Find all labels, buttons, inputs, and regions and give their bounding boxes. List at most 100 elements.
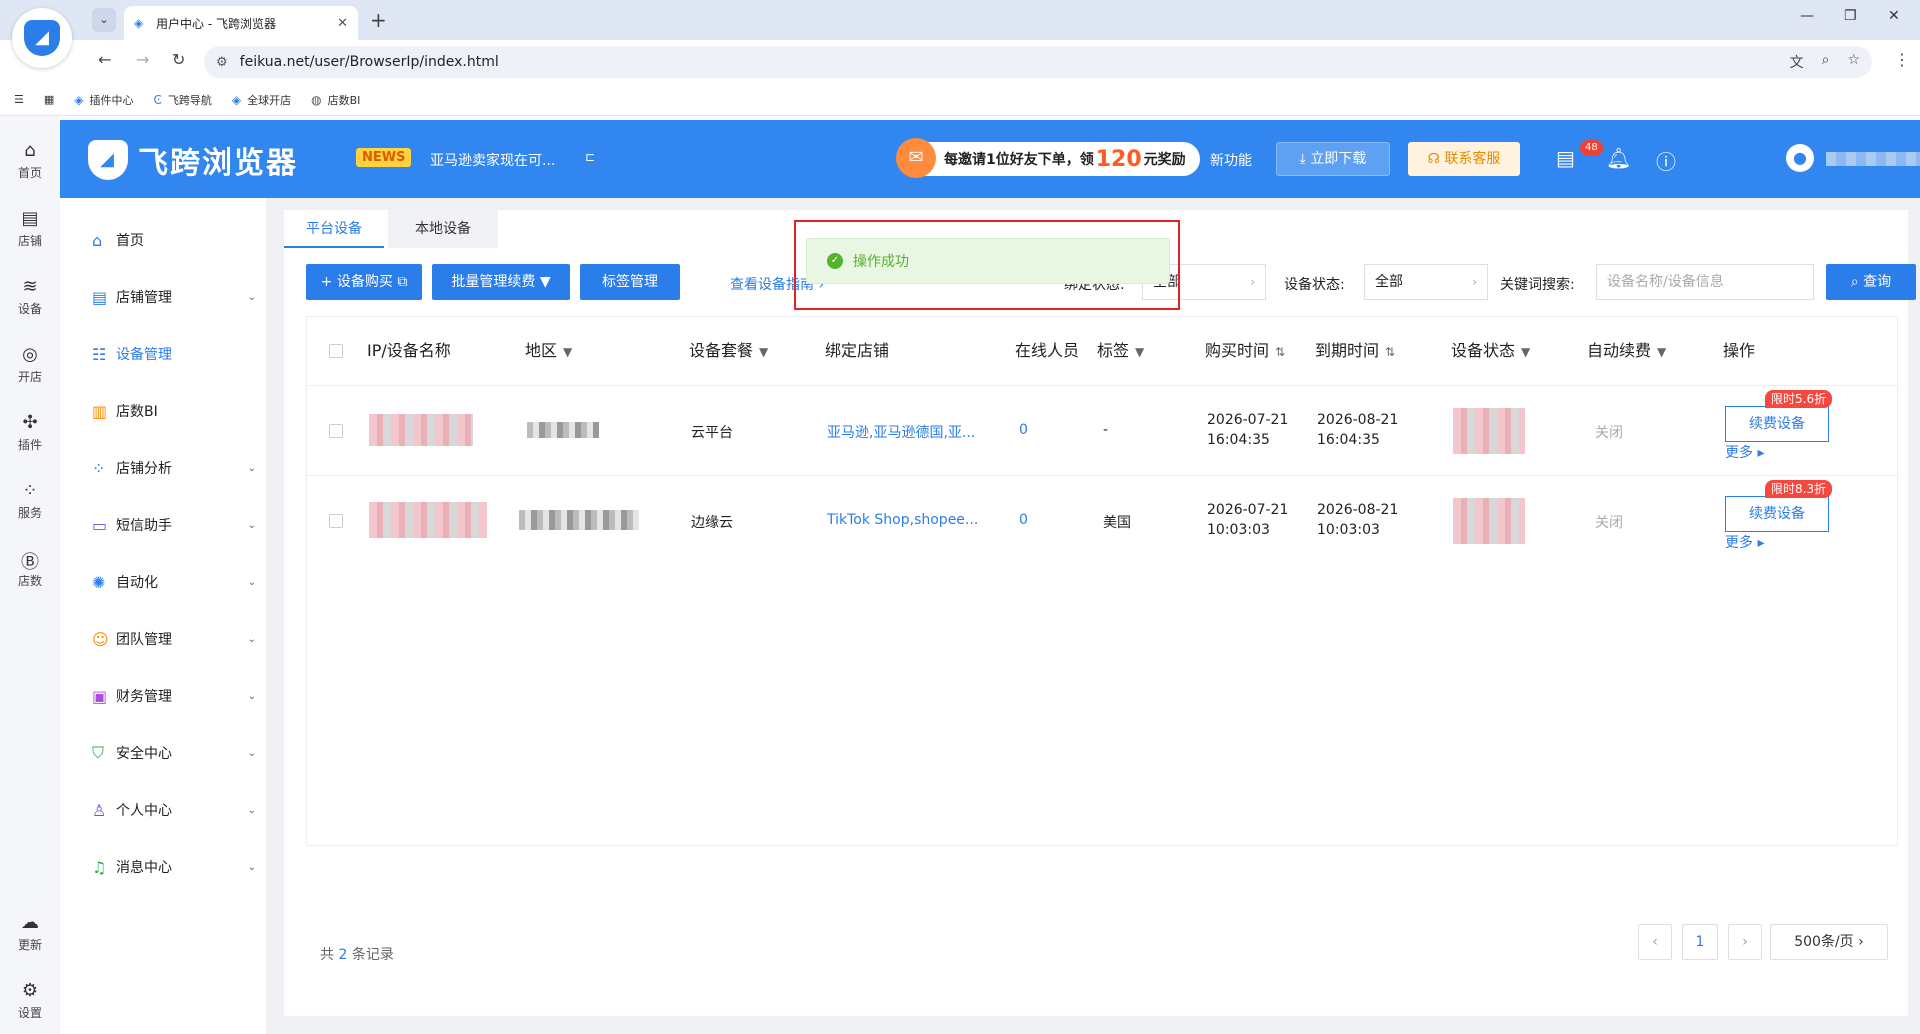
close-window-button[interactable]: ✕: [1888, 8, 1900, 24]
online-cell[interactable]: 0: [1019, 512, 1028, 528]
strip-item-device[interactable]: ≋ 设备: [0, 276, 60, 317]
renew-device-button[interactable]: 续费设备: [1725, 496, 1829, 532]
prev-page-button[interactable]: ‹: [1638, 924, 1672, 960]
strip-item-settings[interactable]: ⚙ 设置: [0, 980, 60, 1021]
bookmark-plugins[interactable]: ◈ 插件中心: [74, 92, 133, 108]
sidebar-item-security[interactable]: ⛉ 安全中心 ⌄: [92, 743, 256, 763]
reload-button[interactable]: ↻: [172, 50, 185, 69]
sidebar-item-finance[interactable]: ▣ 财务管理 ⌄: [92, 686, 256, 706]
row-checkbox[interactable]: [329, 424, 343, 438]
query-button[interactable]: ⌕ 查询: [1826, 264, 1916, 300]
brand-logo[interactable]: ◢ 飞跨浏览器: [88, 138, 298, 182]
strip-item-home[interactable]: ⌂ 首页: [0, 140, 60, 181]
star-icon[interactable]: ☆: [1847, 52, 1860, 72]
col-plan[interactable]: 设备套餐 ▼: [689, 317, 768, 385]
sidebar-item-store-management[interactable]: ▤ 店铺管理 ⌄: [92, 287, 256, 307]
gift-icon: ✉: [896, 138, 936, 178]
zoom-icon[interactable]: ⌕: [1822, 52, 1830, 72]
new-feature-link[interactable]: 新功能: [1210, 150, 1252, 170]
tab-platform-devices[interactable]: 平台设备: [284, 210, 384, 248]
sidebar-item-store-analysis[interactable]: ⁘ 店铺分析 ⌄: [92, 458, 256, 478]
browser-logo[interactable]: ◢: [12, 8, 72, 68]
bookmark-global-store[interactable]: ◈ 全球开店: [232, 92, 291, 108]
region-blurred: [527, 422, 599, 438]
col-expire-time[interactable]: 到期时间 ⇅: [1315, 317, 1395, 385]
device-status-select[interactable]: 全部 ›: [1364, 264, 1488, 300]
tab-search-button[interactable]: ⌄: [92, 8, 116, 32]
contact-service-button[interactable]: ☊ 联系客服: [1408, 142, 1520, 176]
sidebar-toggle-icon[interactable]: ☰: [14, 93, 24, 106]
keyword-search-input[interactable]: 设备名称/设备信息: [1596, 264, 1814, 300]
filter-icon[interactable]: ▼: [1521, 345, 1530, 359]
buy-device-button[interactable]: + 设备购买 ⧉: [306, 264, 422, 300]
strip-item-bi[interactable]: Ⓑ 店数: [0, 548, 60, 589]
sidebar-item-automation[interactable]: ✺ 自动化 ⌄: [92, 572, 256, 592]
filter-icon[interactable]: ▼: [563, 345, 572, 359]
news-ticker[interactable]: 亚马逊卖家现在可...: [430, 150, 555, 170]
tag-management-button[interactable]: 标签管理: [580, 264, 680, 300]
row-checkbox[interactable]: [329, 514, 343, 528]
sidebar-item-device-management[interactable]: ☷ 设备管理: [92, 344, 256, 364]
automation-icon: ✺: [92, 572, 106, 592]
translate-icon[interactable]: 文: [1790, 52, 1804, 72]
help-icon[interactable]: ⓘ: [1656, 146, 1676, 175]
sidebar-item-home[interactable]: ⌂ 首页: [92, 230, 256, 250]
batch-renew-button[interactable]: 批量管理续费 ▼: [432, 264, 570, 300]
select-all-checkbox[interactable]: [329, 344, 343, 358]
strip-item-update[interactable]: ☁ 更新: [0, 912, 60, 953]
tab-local-devices[interactable]: 本地设备: [388, 210, 498, 248]
more-link[interactable]: 更多 ▸: [1725, 442, 1764, 462]
username-blurred[interactable]: [1826, 152, 1920, 166]
sidebar-item-personal[interactable]: ♙ 个人中心 ⌄: [92, 800, 256, 820]
grid-icon: ⁘: [22, 480, 38, 501]
document-icon[interactable]: ▤: [1556, 146, 1575, 170]
sort-icon[interactable]: ⇅: [1275, 345, 1285, 359]
col-auto-renew[interactable]: 自动续费 ▼: [1587, 317, 1666, 385]
download-button[interactable]: ⤓ 立即下载: [1276, 142, 1390, 176]
filter-icon[interactable]: ▼: [1135, 345, 1144, 359]
address-bar[interactable]: ⚙ feikua.net/user/BrowserIp/index.html 文…: [204, 46, 1872, 78]
site-info-icon[interactable]: ⚙: [216, 55, 228, 70]
filter-icon[interactable]: ▼: [1657, 345, 1666, 359]
sidebar-item-messages[interactable]: ♫ 消息中心 ⌄: [92, 857, 256, 877]
url-text: feikua.net/user/BrowserIp/index.html: [239, 54, 499, 70]
col-device-status[interactable]: 设备状态 ▼: [1451, 317, 1530, 385]
col-tag[interactable]: 标签 ▼: [1097, 317, 1144, 385]
menu-icon[interactable]: ⋮: [1894, 50, 1910, 69]
shops-cell[interactable]: 亚马逊,亚马逊德国,亚...: [827, 422, 975, 442]
strip-item-plugins[interactable]: ✣ 插件: [0, 412, 60, 453]
back-button[interactable]: ←: [98, 50, 111, 69]
strip-item-service[interactable]: ⁘ 服务: [0, 480, 60, 521]
restore-button[interactable]: ❐: [1844, 8, 1857, 24]
renew-device-button[interactable]: 续费设备: [1725, 406, 1829, 442]
shops-cell[interactable]: TikTok Shop,shopee...: [827, 512, 978, 528]
col-buy-time[interactable]: 购买时间 ⇅: [1205, 317, 1285, 385]
next-page-button[interactable]: ›: [1728, 924, 1762, 960]
left-nav-strip: ⌂ 首页 ▤ 店铺 ≋ 设备 ◎ 开店 ✣ 插件 ⁘ 服务 Ⓑ 店数 ☁ 更新 ⚙ 设置: [0, 116, 60, 1034]
minimize-button[interactable]: —: [1800, 8, 1814, 24]
apps-icon[interactable]: ▦: [44, 93, 54, 106]
sidebar-item-team[interactable]: ☺ 团队管理 ⌄: [92, 629, 256, 649]
strip-item-open-store[interactable]: ◎ 开店: [0, 344, 60, 385]
filter-icon[interactable]: ▼: [759, 345, 768, 359]
bookmark-nav[interactable]: Ͼ 飞跨导航: [154, 92, 212, 108]
strip-item-store[interactable]: ▤ 店铺: [0, 208, 60, 249]
sidebar-item-sms[interactable]: ▭ 短信助手 ⌄: [92, 515, 256, 535]
page-number[interactable]: 1: [1682, 924, 1718, 960]
page-size-select[interactable]: 500条/页 ›: [1770, 924, 1888, 960]
tab-close-icon[interactable]: ✕: [337, 16, 348, 31]
online-cell[interactable]: 0: [1019, 422, 1028, 438]
invite-banner[interactable]: ✉ 每邀请1位好友下单，领 120 元奖励: [896, 138, 1200, 178]
forward-button[interactable]: →: [136, 50, 149, 69]
avatar[interactable]: ●: [1786, 144, 1814, 172]
bookmark-bi[interactable]: ◍ 店数BI: [311, 92, 360, 108]
news-bracket-icon: ⊏: [585, 150, 596, 164]
bell-icon[interactable]: 🔔︎: [1606, 146, 1631, 170]
new-tab-button[interactable]: +: [370, 8, 387, 32]
col-region[interactable]: 地区 ▼: [525, 317, 572, 385]
shield-icon: ⛉: [92, 743, 105, 762]
more-link[interactable]: 更多 ▸: [1725, 532, 1764, 552]
browser-tab[interactable]: ◈ 用户中心 - 飞跨浏览器 ✕: [124, 6, 358, 40]
sidebar-item-bi[interactable]: ▥ 店数BI: [92, 401, 256, 421]
sort-icon[interactable]: ⇅: [1385, 345, 1395, 359]
